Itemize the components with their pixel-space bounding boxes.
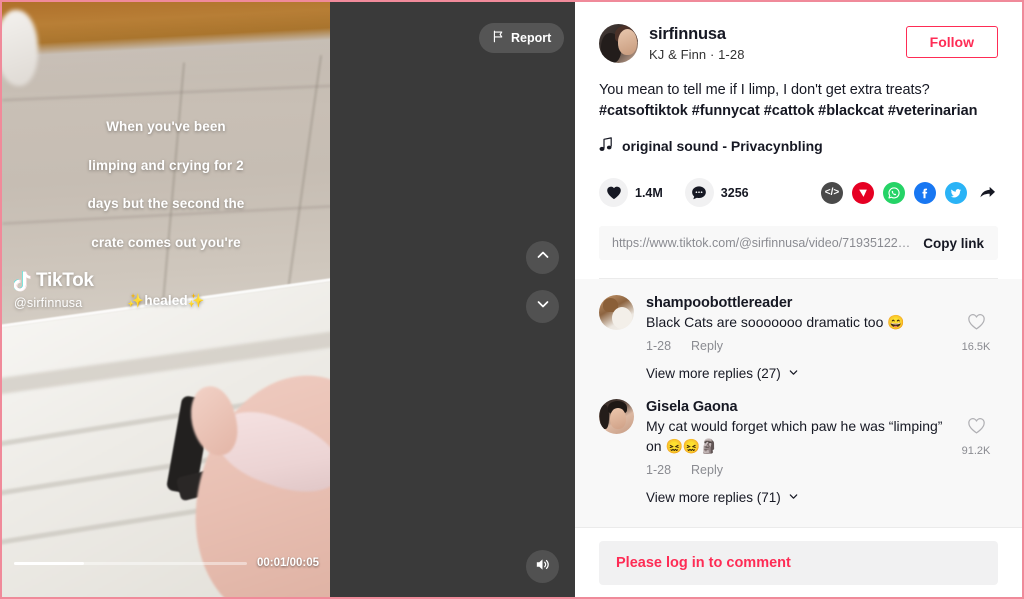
comment-reply-button[interactable]: Reply	[691, 339, 723, 353]
comment-date: 1-28	[646, 339, 672, 354]
previous-video-button[interactable]	[526, 241, 559, 274]
author-username[interactable]: sirfinnusa	[649, 25, 745, 44]
login-prompt-text[interactable]: Please log in to comment	[616, 555, 791, 571]
heart-outline-icon	[967, 314, 986, 335]
caption-line: crate comes out you're	[91, 235, 241, 251]
sparkle-icon: ✨	[187, 292, 205, 308]
comment-count: 3256	[720, 185, 749, 200]
engagement-stats-row: 1.4M 3256 </>	[599, 178, 998, 208]
chevron-down-icon	[535, 296, 551, 317]
share-more-button[interactable]	[976, 182, 998, 204]
sparkle-icon: ✨	[127, 292, 145, 308]
volume-on-icon	[534, 556, 551, 578]
avatar-shape	[612, 307, 632, 330]
music-title: original sound - Privacynbling	[622, 138, 823, 155]
comment-meta: 1-28 Reply	[646, 463, 954, 477]
comment-icon	[684, 178, 714, 208]
comment-item: Gisela Gaona My cat would forget which p…	[599, 399, 998, 477]
login-prompt-bar: Please log in to comment	[575, 527, 1022, 597]
chevron-down-icon	[788, 490, 799, 505]
commenter-username[interactable]: Gisela Gaona	[646, 399, 954, 415]
author-meta: sirfinnusa KJ & Finn · 1-28	[649, 24, 745, 62]
comment-body: shampoobottlereader Black Cats are soooo…	[646, 295, 954, 353]
music-row[interactable]: original sound - Privacynbling	[599, 137, 998, 155]
caption-line: limping and crying for 2	[88, 157, 244, 173]
comment-text: Black Cats are sooooooo dramatic too 😄	[646, 314, 905, 331]
heart-icon	[599, 178, 628, 208]
view-more-replies-label: View more replies (27)	[646, 366, 781, 382]
caption-healed-word: healed	[144, 292, 188, 308]
comment-date: 1-28	[646, 462, 672, 477]
chevron-up-icon	[535, 247, 551, 268]
report-label: Report	[511, 31, 552, 45]
author-nickname-date: KJ & Finn · 1-28	[649, 47, 745, 62]
share-whatsapp-button[interactable]	[883, 181, 905, 204]
panel-header: sirfinnusa KJ & Finn · 1-28 Follow You m…	[575, 2, 1022, 280]
report-button[interactable]: Report	[479, 23, 565, 53]
comment-stat[interactable]: 3256	[684, 178, 749, 208]
comment-body: Gisela Gaona My cat would forget which p…	[646, 399, 954, 477]
music-note-icon	[599, 137, 613, 155]
comments-list[interactable]: shampoobottlereader Black Cats are soooo…	[575, 279, 1022, 527]
like-stat[interactable]: 1.4M	[599, 178, 663, 208]
comment-meta: 1-28 Reply	[646, 339, 954, 353]
commenter-username[interactable]: shampoobottlereader	[646, 295, 954, 311]
avatar-shape	[610, 408, 626, 430]
share-embed-code-button[interactable]: </>	[821, 181, 843, 204]
caption-line: days but the second the	[87, 196, 245, 212]
tiktok-watermark: TikTok @sirfinnusa	[13, 270, 94, 310]
follow-button[interactable]: Follow	[905, 26, 998, 58]
caption-line: When you've been	[106, 119, 226, 135]
comment-like-count: 91.2K	[961, 445, 991, 458]
comment-like-count: 16.5K	[961, 341, 991, 354]
view-more-replies-button[interactable]: View more replies (27)	[646, 366, 998, 381]
volume-button[interactable]	[526, 550, 559, 583]
chevron-down-icon	[788, 366, 799, 381]
video-info-panel: sirfinnusa KJ & Finn · 1-28 Follow You m…	[575, 2, 1022, 597]
video-progress-fill	[14, 561, 84, 565]
comment-input-box[interactable]: Please log in to comment	[599, 540, 998, 585]
video-time-label: 00:01/00:05	[256, 557, 319, 569]
tiktok-watermark-text: TikTok	[36, 270, 94, 291]
commenter-avatar[interactable]	[599, 399, 634, 435]
comment-like-area[interactable]: 91.2K	[954, 399, 998, 477]
heart-outline-icon	[967, 418, 986, 439]
flag-icon	[492, 30, 505, 46]
commenter-avatar[interactable]	[599, 295, 634, 331]
watermark-username: @sirfinnusa	[14, 296, 83, 310]
share-link-row: https://www.tiktok.com/@sirfinnusa/video…	[599, 226, 998, 261]
video-progress-bar[interactable]	[14, 561, 247, 565]
view-more-replies-button[interactable]: View more replies (71)	[646, 490, 998, 505]
copy-link-button[interactable]: Copy link	[911, 236, 984, 251]
share-row: </>	[821, 181, 998, 204]
comment-reply-button[interactable]: Reply	[691, 463, 723, 477]
video-foreground-object	[2, 10, 38, 86]
description-text: You mean to tell me if I limp, I don't g…	[599, 82, 930, 98]
music-note-icon	[13, 270, 31, 292]
author-avatar[interactable]	[599, 24, 638, 63]
view-more-replies-label: View more replies (71)	[646, 489, 781, 505]
share-pinterest-button[interactable]	[852, 181, 874, 204]
comment-text: My cat would forget which paw he was “li…	[646, 418, 943, 454]
avatar-face	[618, 29, 637, 55]
video-url-text[interactable]: https://www.tiktok.com/@sirfinnusa/video…	[612, 236, 911, 250]
comment-like-area[interactable]: 16.5K	[954, 295, 998, 353]
video-stage[interactable]: When you've been limping and crying for …	[2, 2, 575, 597]
share-facebook-button[interactable]	[914, 181, 936, 204]
like-count: 1.4M	[635, 185, 663, 200]
author-row: sirfinnusa KJ & Finn · 1-28 Follow	[599, 24, 998, 63]
video-player[interactable]: When you've been limping and crying for …	[2, 2, 330, 597]
video-progress-area[interactable]: 00:01/00:05	[14, 557, 319, 569]
next-video-button[interactable]	[526, 290, 559, 323]
description-hashtags[interactable]: #catsoftiktok #funnycat #cattok #blackca…	[599, 103, 977, 119]
video-description: You mean to tell me if I limp, I don't g…	[599, 80, 998, 122]
comment-item: shampoobottlereader Black Cats are soooo…	[599, 295, 998, 353]
share-twitter-button[interactable]	[945, 181, 967, 204]
tiktok-video-page: When you've been limping and crying for …	[0, 0, 1024, 599]
